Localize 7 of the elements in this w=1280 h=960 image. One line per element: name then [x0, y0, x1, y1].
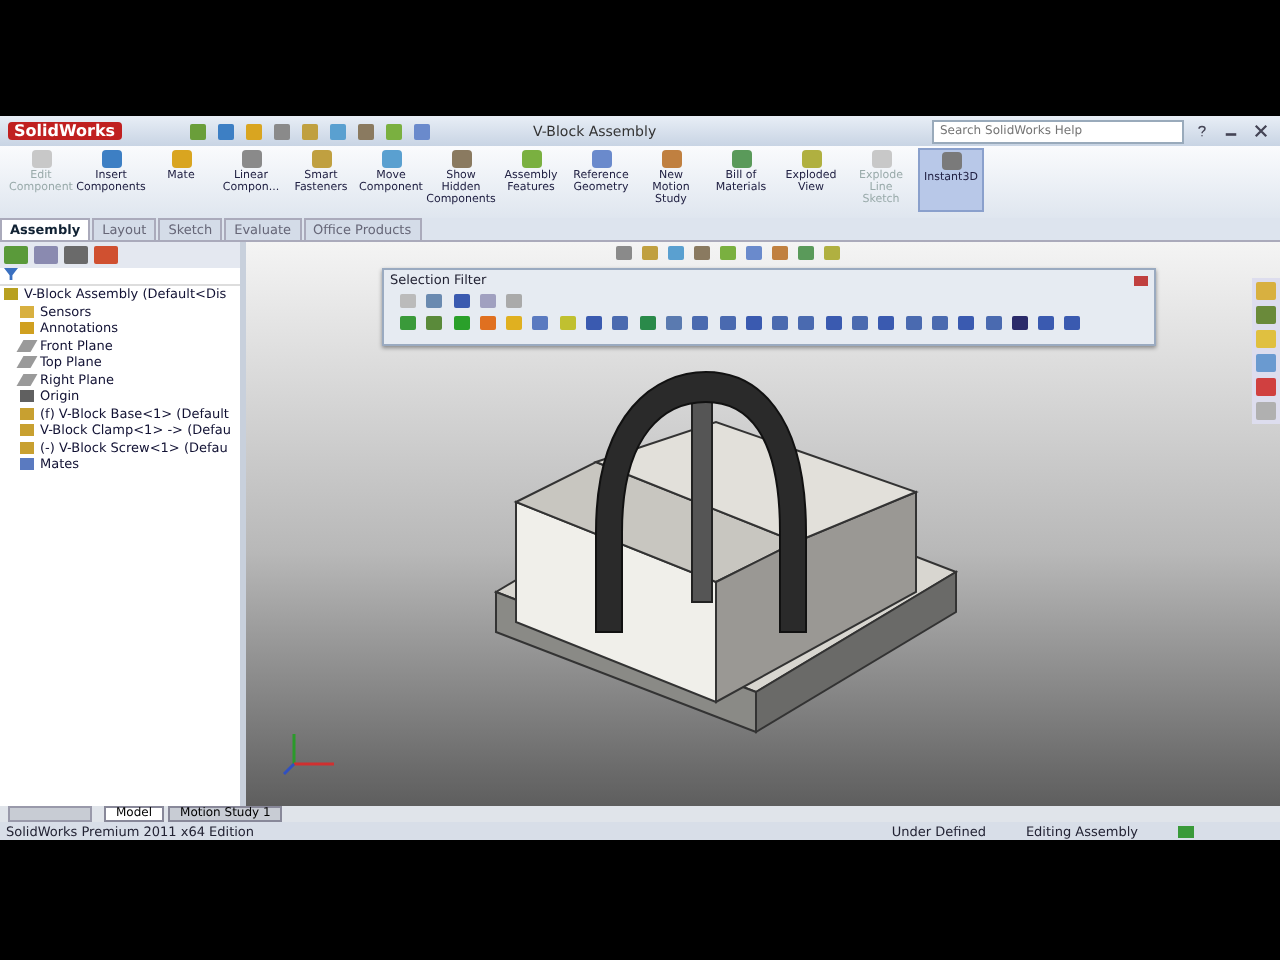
help-icon[interactable]	[1196, 124, 1208, 138]
filter-icon[interactable]	[4, 268, 18, 280]
status-icon[interactable]	[1178, 825, 1194, 837]
close-icon[interactable]	[1134, 275, 1148, 285]
horizontal-scrollbar[interactable]	[8, 806, 92, 822]
close-icon[interactable]	[1254, 124, 1268, 138]
app-logo[interactable]: SolidWorks	[8, 122, 122, 140]
